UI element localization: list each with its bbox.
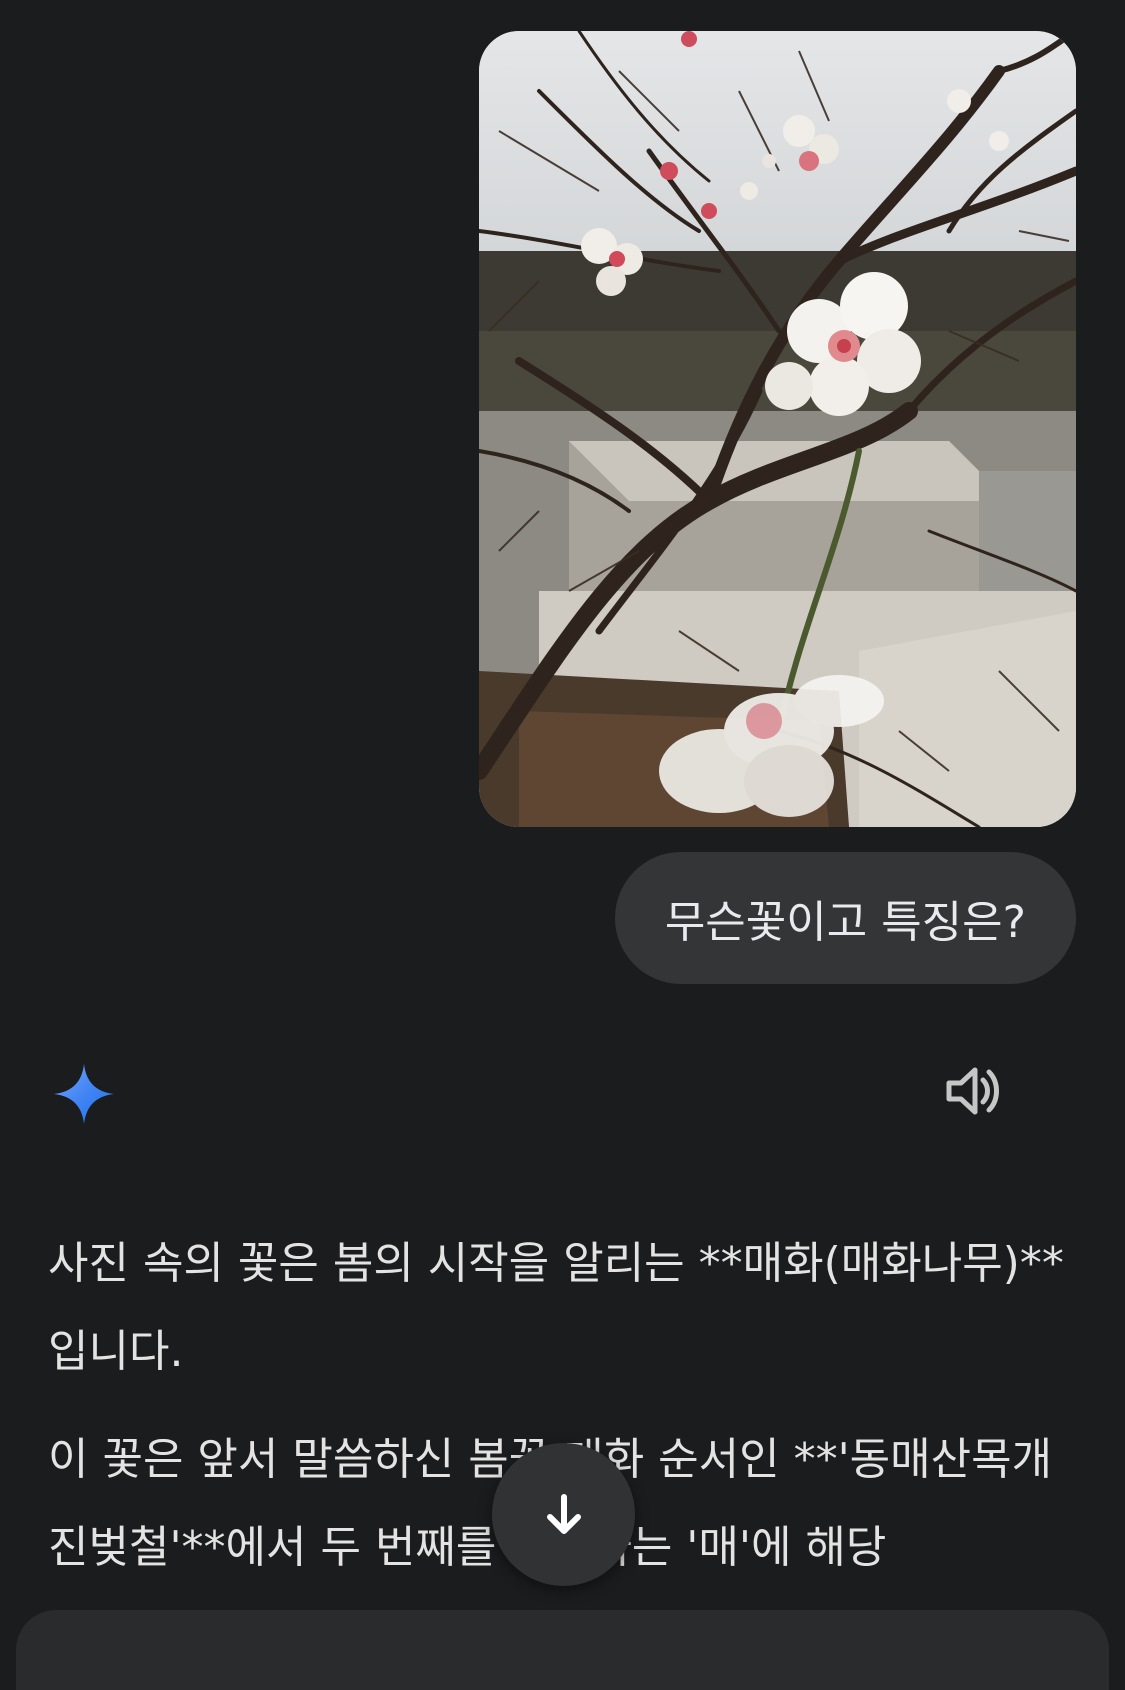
- arrow-down-icon: [546, 1493, 581, 1534]
- speaker-button[interactable]: [942, 1060, 1004, 1122]
- speaker-icon: [946, 1067, 999, 1115]
- response-paragraph: 사진 속의 꽃은 봄의 시작을 알리는 **매화(매화나무)**입니다.: [48, 1238, 1064, 1377]
- user-message-bubble: 무슨꽃이고 특징은?: [614, 852, 1076, 984]
- composer-panel: [16, 1610, 1109, 1690]
- user-photo[interactable]: [479, 31, 1076, 827]
- scroll-down-button[interactable]: [492, 1443, 635, 1586]
- user-message-text: 무슨꽃이고 특징은?: [664, 897, 1026, 948]
- gemini-spark-icon: [54, 1064, 114, 1124]
- plum-blossom-photo: [479, 31, 1076, 827]
